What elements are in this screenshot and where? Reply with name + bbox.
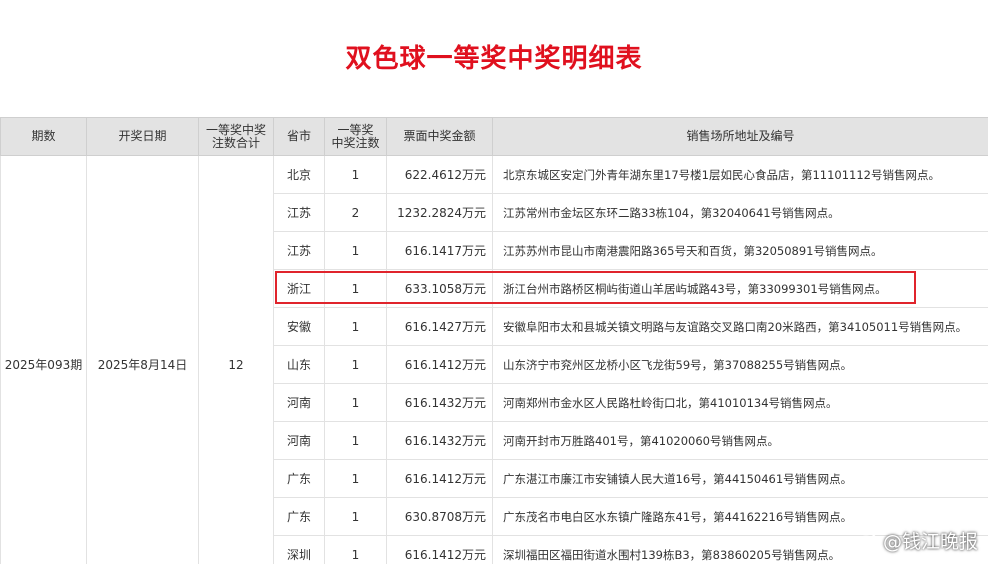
- watermark: @钱江晚报: [855, 527, 978, 554]
- header-amount: 票面中奖金额: [386, 117, 493, 156]
- watermark-text: @钱江晚报: [882, 531, 978, 553]
- winner-count-cell: 1: [324, 269, 387, 308]
- winner-count-cell: 1: [324, 421, 387, 460]
- amount-cell: 616.1412万元: [386, 345, 493, 384]
- draw-date-cell: 2025年8月14日: [86, 155, 199, 564]
- winners-table: 期数 开奖日期 一等奖中奖 注数合计 省市 一等奖 中奖注数 票面中奖金额 销售场所地址及编号 …: [0, 117, 988, 564]
- province-cell: 河南: [273, 383, 325, 422]
- total-winners-cell: 12: [198, 155, 274, 564]
- header-province: 省市: [273, 117, 325, 156]
- amount-cell: 616.1412万元: [386, 535, 493, 564]
- weibo-icon: [855, 531, 879, 551]
- province-cell: 江苏: [273, 193, 325, 232]
- page-title: 双色球一等奖中奖明细表: [345, 44, 643, 74]
- amount-cell: 616.1417万元: [386, 231, 493, 270]
- address-cell: 浙江台州市路桥区桐屿街道山羊居屿城路43号，第33099301号销售网点。: [492, 269, 988, 308]
- header-total-winners: 一等奖中奖 注数合计: [198, 117, 274, 156]
- address-cell: 江苏常州市金坛区东环二路33栋104，第32040641号销售网点。: [492, 193, 988, 232]
- province-cell: 山东: [273, 345, 325, 384]
- table-row: 2025年093期 2025年8月14日 12 北京 1 622.4612万元 北京东城区安…: [0, 155, 988, 564]
- province-cell: 安徽: [273, 307, 325, 346]
- header-draw-date: 开奖日期: [86, 117, 199, 156]
- province-cell: 广东: [273, 497, 325, 536]
- province-cell: 浙江: [273, 269, 325, 308]
- address-cell: 江苏苏州市昆山市南港震阳路365号天和百货，第32050891号销售网点。: [492, 231, 988, 270]
- amount-cell: 616.1412万元: [386, 459, 493, 498]
- amount-cell: 622.4612万元: [386, 155, 493, 194]
- address-cell: 广东湛江市廉江市安铺镇人民大道16号，第44150461号销售网点。: [492, 459, 988, 498]
- winner-count-cell: 1: [324, 307, 387, 346]
- winner-count-cell: 1: [324, 383, 387, 422]
- address-cell: 河南郑州市金水区人民路杜岭街口北，第41010134号销售网点。: [492, 383, 988, 422]
- amount-cell: 616.1427万元: [386, 307, 493, 346]
- province-cell: 江苏: [273, 231, 325, 270]
- amount-cell: 1232.2824万元: [386, 193, 493, 232]
- header-winner-count: 一等奖 中奖注数: [324, 117, 387, 156]
- winner-count-cell: 2: [324, 193, 387, 232]
- winner-count-cell: 1: [324, 345, 387, 384]
- address-cell: 北京东城区安定门外青年湖东里17号楼1层如民心食品店，第11101112号销售网…: [492, 155, 988, 194]
- province-cell: 广东: [273, 459, 325, 498]
- province-cell: 深圳: [273, 535, 325, 564]
- amount-cell: 633.1058万元: [386, 269, 493, 308]
- table-body: 2025年093期 2025年8月14日 12 北京 1 622.4612万元 北京东城区安…: [0, 155, 988, 564]
- address-cell: 河南开封市万胜路401号，第41020060号销售网点。: [492, 421, 988, 460]
- province-cell: 北京: [273, 155, 325, 194]
- province-cell: 河南: [273, 421, 325, 460]
- amount-cell: 630.8708万元: [386, 497, 493, 536]
- winner-count-cell: 1: [324, 231, 387, 270]
- winner-count-cell: 1: [324, 459, 387, 498]
- table-header-row: 期数 开奖日期 一等奖中奖 注数合计 省市 一等奖 中奖注数 票面中奖金额 销售场所地址及编号: [0, 117, 988, 156]
- winner-count-cell: 1: [324, 535, 387, 564]
- period-cell: 2025年093期: [0, 155, 87, 564]
- header-period: 期数: [0, 117, 87, 156]
- page: 双色球一等奖中奖明细表 期数 开奖日期 一等奖中奖 注数合计 省市 一等奖 中奖注数 票面中奖…: [0, 0, 988, 564]
- winner-count-cell: 1: [324, 497, 387, 536]
- address-cell: 安徽阜阳市太和县城关镇文明路与友谊路交叉路口南20米路西，第34105011号销…: [492, 307, 988, 346]
- amount-cell: 616.1432万元: [386, 383, 493, 422]
- amount-cell: 616.1432万元: [386, 421, 493, 460]
- winner-count-cell: 1: [324, 155, 387, 194]
- address-cell: 山东济宁市兖州区龙桥小区飞龙街59号，第37088255号销售网点。: [492, 345, 988, 384]
- header-address: 销售场所地址及编号: [492, 117, 988, 156]
